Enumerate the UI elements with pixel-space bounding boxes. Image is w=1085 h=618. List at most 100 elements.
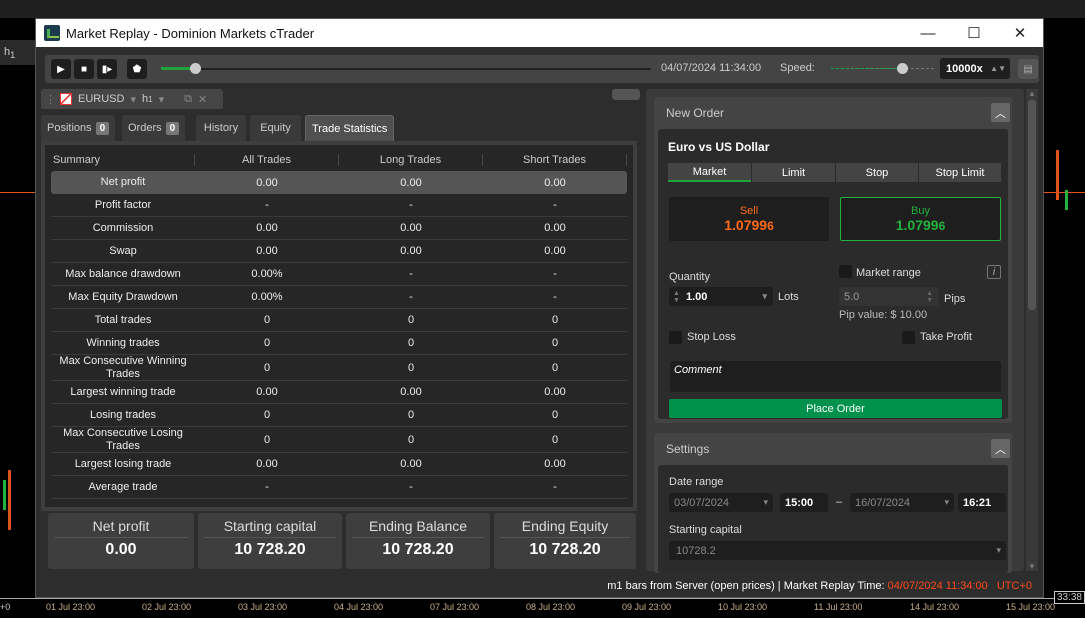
cell-value: 0 bbox=[407, 409, 415, 421]
main-toolbar-strip bbox=[0, 0, 1085, 18]
timeframe-sub: 1 bbox=[10, 50, 16, 61]
cell-value: 0.00 bbox=[544, 176, 566, 189]
stop-button[interactable]: ■ bbox=[74, 59, 94, 79]
info-icon[interactable]: i bbox=[987, 265, 1001, 279]
progress-handle[interactable] bbox=[190, 63, 202, 74]
row-label: Losing trades bbox=[89, 408, 157, 421]
table-row: Largest losing trade 0.00 0.00 0.00 bbox=[51, 453, 627, 476]
table-header: Summary All Trades Long Trades Short Trades bbox=[51, 149, 627, 171]
take-profit-checkbox[interactable] bbox=[902, 331, 915, 344]
cell-value: 0 bbox=[551, 409, 559, 421]
status-replay-time: 04/07/2024 11:34:00 bbox=[887, 580, 988, 592]
settings-title: Settings bbox=[666, 442, 710, 456]
timeframe-dropdown-icon[interactable]: ▾ bbox=[159, 93, 165, 106]
table-row: Profit factor - - - bbox=[51, 194, 627, 217]
status-source: m1 bars from Server (open prices) | Mark… bbox=[607, 580, 885, 592]
place-order-button[interactable]: Place Order bbox=[669, 399, 1002, 418]
collapse-settings-button[interactable]: ︿ bbox=[991, 439, 1010, 458]
order-type-limit[interactable]: Limit bbox=[752, 163, 835, 182]
market-range-input[interactable]: 5.0 ▲ ▼ bbox=[839, 287, 939, 306]
speed-input[interactable]: 10000x ▲▼ bbox=[940, 58, 1010, 79]
date-range-dash: – bbox=[836, 496, 843, 508]
maximize-button[interactable]: ☐ bbox=[951, 19, 997, 47]
flag-icon bbox=[60, 93, 72, 105]
table-row: Winning trades 0 0 0 bbox=[51, 332, 627, 355]
time-tick: 08 Jul 23:00 bbox=[526, 602, 576, 612]
symbol-tab[interactable]: ⋮ EURUSD ▾ h1 ▾ ⧉ ✕ bbox=[41, 89, 223, 109]
row-label: Winning trades bbox=[86, 336, 160, 349]
cell-value: 0.00 bbox=[256, 222, 278, 234]
cell-value: 0.00 bbox=[400, 245, 422, 257]
popout-icon[interactable]: ⧉ bbox=[184, 93, 192, 106]
row-label: Max Consecutive Winning Trades bbox=[59, 354, 187, 380]
table-row: Max Consecutive Winning Trades 0 0 0 bbox=[51, 355, 627, 381]
card-starting-capital: Starting capital 10 728.20 bbox=[198, 513, 342, 569]
row-label: Net profit bbox=[100, 176, 146, 188]
tab-trade-statistics[interactable]: Trade Statistics bbox=[305, 115, 395, 141]
tab-positions[interactable]: Positions 0 bbox=[41, 115, 116, 141]
close-button[interactable]: ✕ bbox=[997, 19, 1043, 47]
table-row: Commission 0.00 0.00 0.00 bbox=[51, 217, 627, 240]
stop-loss-label: Stop Loss bbox=[687, 331, 736, 343]
tab-history[interactable]: History bbox=[196, 115, 246, 141]
time-tick: 03 Jul 23:00 bbox=[238, 602, 288, 612]
end-date-picker[interactable]: 16/07/2024 ▾ bbox=[850, 493, 954, 512]
window-title: Market Replay - Dominion Markets cTrader bbox=[66, 25, 315, 41]
cell-value: 0.00 bbox=[544, 458, 566, 470]
time-axis: +0 33:38 01 Jul 23:00 02 Jul 23:00 03 Jul … bbox=[0, 591, 1085, 618]
speed-slider[interactable] bbox=[831, 68, 934, 69]
step-forward-button[interactable]: ▮▸ bbox=[97, 59, 117, 79]
minimize-button[interactable]: — bbox=[905, 19, 951, 47]
replay-progress-slider[interactable] bbox=[161, 67, 651, 70]
settings-section: Settings ︿ Date range 03/07/2024 ▾ 15:00 –… bbox=[654, 433, 1012, 573]
starting-capital-label: Starting capital bbox=[669, 524, 742, 536]
close-tab-icon[interactable]: ✕ bbox=[198, 93, 207, 106]
order-type-stop-limit[interactable]: Stop Limit bbox=[919, 163, 1001, 182]
cell-value: 0.00 bbox=[400, 458, 422, 470]
sell-button[interactable]: Sell 1.07996 bbox=[669, 197, 829, 241]
buy-button[interactable]: Buy 1.07996 bbox=[840, 197, 1001, 241]
table-row: Max Equity Drawdown 0.00% - - bbox=[51, 286, 627, 309]
right-panel-scrollbar[interactable]: ▲ ▼ bbox=[1026, 89, 1038, 571]
row-label: Swap bbox=[109, 244, 137, 257]
drag-handle[interactable] bbox=[612, 89, 640, 100]
candle bbox=[8, 470, 11, 530]
cell-value: - bbox=[409, 481, 413, 493]
cell-value: 0 bbox=[551, 314, 559, 326]
symbol-name: EURUSD bbox=[78, 93, 125, 105]
quantity-input[interactable]: ▲ ▼ 1.00 ▾ bbox=[669, 287, 773, 306]
table-row: Max balance drawdown 0.00% - - bbox=[51, 263, 627, 286]
comment-input[interactable]: Comment bbox=[670, 361, 1001, 392]
speed-handle[interactable] bbox=[897, 63, 909, 74]
cell-value: 0.00 bbox=[400, 386, 422, 398]
cell-value: 0.00 bbox=[256, 458, 278, 470]
order-type-stop[interactable]: Stop bbox=[836, 163, 918, 182]
time-tick: 02 Jul 23:00 bbox=[142, 602, 192, 612]
end-time-input[interactable]: 16:21 bbox=[958, 493, 1006, 512]
time-tick: 14 Jul 23:00 bbox=[910, 602, 960, 612]
trade-statistics-panel: Summary All Trades Long Trades Short Trades… bbox=[41, 141, 637, 511]
symbol-dropdown-icon[interactable]: ▾ bbox=[130, 93, 136, 106]
card-ending-equity: Ending Equity 10 728.20 bbox=[494, 513, 636, 569]
time-tick: 11 Jul 23:00 bbox=[814, 602, 863, 612]
tab-orders[interactable]: Orders 0 bbox=[122, 115, 186, 141]
title-bar: Market Replay - Dominion Markets cTrader… bbox=[36, 19, 1043, 47]
tab-equity[interactable]: Equity bbox=[250, 115, 301, 141]
table-row: Total trades 0 0 0 bbox=[51, 309, 627, 332]
candle bbox=[3, 480, 6, 510]
chart-timeframe[interactable]: h1 bbox=[0, 40, 35, 65]
play-button[interactable]: ▶ bbox=[51, 59, 71, 79]
starting-capital-input[interactable]: 10728.2 ▾ bbox=[669, 541, 1006, 560]
scrollbar-thumb[interactable] bbox=[1028, 100, 1036, 310]
market-range-checkbox[interactable] bbox=[839, 265, 852, 278]
save-icon[interactable]: ▤ bbox=[1018, 59, 1038, 79]
stop-loss-checkbox[interactable] bbox=[669, 331, 682, 344]
collapse-new-order-button[interactable]: ︿ bbox=[991, 103, 1010, 122]
bookmark-button[interactable]: ⬟ bbox=[127, 59, 147, 79]
cell-value: 0 bbox=[263, 433, 271, 446]
start-time-input[interactable]: 15:00 bbox=[780, 493, 828, 512]
status-timezone: UTC+0 bbox=[996, 580, 1032, 592]
order-type-market[interactable]: Market bbox=[668, 163, 751, 182]
table-row: Losing trades 0 0 0 bbox=[51, 404, 627, 427]
start-date-picker[interactable]: 03/07/2024 ▾ bbox=[669, 493, 773, 512]
